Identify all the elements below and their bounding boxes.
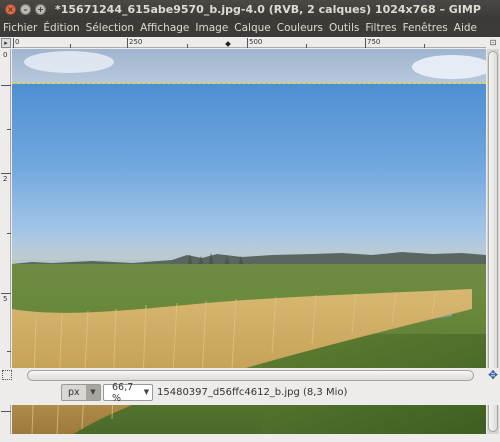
menu-selection[interactable]: Sélection (86, 22, 134, 34)
menu-arrow-button[interactable]: ▸ (1, 38, 11, 48)
vruler-label: 0 (3, 51, 8, 59)
photo-reeds (12, 289, 472, 434)
close-icon: × (7, 4, 14, 14)
zoom-follow-icon[interactable]: ⊡ (488, 38, 498, 48)
zoom-value: 66,7 % (112, 381, 134, 404)
quick-mask-icon[interactable] (2, 370, 12, 380)
unit-value: px (68, 387, 80, 398)
horizontal-scrollbar[interactable] (27, 370, 474, 381)
maximize-window-button[interactable]: + (35, 4, 46, 15)
background-layer-area (12, 49, 486, 83)
menu-outils[interactable]: Outils (329, 22, 359, 34)
menu-fenetres[interactable]: Fenêtres (403, 22, 448, 34)
window-title: *15671244_615abe9570_b.jpg-4.0 (RVB, 2 c… (55, 3, 481, 16)
zoom-selector[interactable]: 66,7 % ▼ (103, 381, 153, 404)
hruler-label: 500 (249, 38, 263, 46)
horizontal-ruler[interactable]: 0 250 500 750 (12, 38, 486, 48)
menu-edition[interactable]: Édition (43, 22, 79, 34)
unit-selector[interactable]: px ▼ (61, 384, 101, 401)
vruler-label: 5 (3, 295, 8, 303)
menu-fichier[interactable]: Fichier (3, 22, 37, 34)
title-bar: × – + *15671244_615abe9570_b.jpg-4.0 (RV… (0, 0, 500, 19)
minimize-window-button[interactable]: – (20, 4, 31, 15)
hruler-label: 250 (129, 38, 143, 46)
menu-calque[interactable]: Calque (234, 22, 270, 34)
status-text: 15480397_d56ffc4612_b.jpg (8,3 Mio) (157, 387, 348, 398)
menu-aide[interactable]: Aide (454, 22, 477, 34)
menu-image[interactable]: Image (195, 22, 228, 34)
close-window-button[interactable]: × (5, 4, 16, 15)
menu-affichage[interactable]: Affichage (140, 22, 189, 34)
vruler-label: 2 (3, 175, 8, 183)
menu-couleurs[interactable]: Couleurs (277, 22, 323, 34)
status-area: ✥ px ▼ 66,7 % ▼ 15480397_d56ffc4612_b.jp… (0, 368, 500, 405)
chevron-down-icon: ▼ (86, 385, 100, 400)
menu-filtres[interactable]: Filtres (365, 22, 396, 34)
chevron-down-icon: ▼ (143, 388, 150, 396)
maximize-icon: + (37, 4, 44, 14)
hruler-label: 750 (367, 38, 381, 46)
minimize-icon: – (23, 4, 28, 14)
navigate-icon[interactable]: ✥ (487, 369, 499, 381)
menubar: Fichier Édition Sélection Affichage Imag… (0, 19, 500, 37)
hruler-label: 0 (15, 38, 20, 46)
